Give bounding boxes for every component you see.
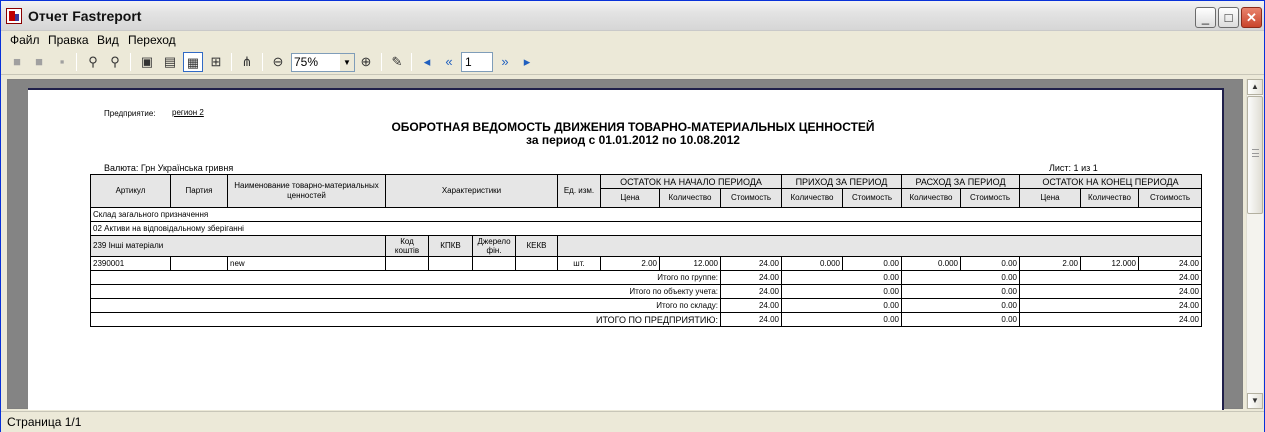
currency-label: Валюта: Грн Українська гривня bbox=[104, 163, 234, 173]
total-close: 24.00 bbox=[1019, 298, 1202, 313]
col-expense: РАСХОД ЗА ПЕРИОД bbox=[901, 174, 1020, 189]
item-open-price: 2.00 bbox=[600, 256, 660, 271]
col-characteristics: Характеристики bbox=[385, 174, 558, 208]
total-open: 24.00 bbox=[720, 298, 782, 313]
total-in: 0.00 bbox=[781, 298, 902, 313]
warehouse-row: Склад загального призначення bbox=[90, 207, 1202, 222]
col-party: Партия bbox=[170, 174, 228, 208]
total-in: 0.00 bbox=[781, 312, 902, 327]
total-open: 24.00 bbox=[720, 270, 782, 285]
item-out-qty: 0.000 bbox=[901, 256, 961, 271]
enterprise-label: Предприятие: bbox=[104, 109, 156, 118]
item-unit: шт. bbox=[557, 256, 601, 271]
col-open-price: Цена bbox=[600, 188, 660, 208]
col-open-cost: Стоимость bbox=[720, 188, 782, 208]
item-close-price: 2.00 bbox=[1019, 256, 1081, 271]
total-row-warehouse: Итого по складу: 24.00 0.00 0.00 24.00 bbox=[90, 298, 1202, 313]
total-close: 24.00 bbox=[1019, 312, 1202, 327]
report-window: Отчет Fastreport _ □ ✕ Файл Правка Вид П… bbox=[0, 0, 1265, 432]
item-row: 2390001 new шт. 2.00 12.000 24.00 0.000 … bbox=[90, 256, 1202, 271]
total-label: Итого по группе: bbox=[90, 270, 721, 285]
total-label: ИТОГО ПО ПРЕДПРИЯТИЮ: bbox=[90, 312, 721, 327]
warehouse-label: Склад загального призначення bbox=[90, 207, 1202, 222]
group-row: 239 Інші матеріали Код коштів КПКВ Джере… bbox=[90, 235, 1202, 257]
item-in-cost: 0.00 bbox=[842, 256, 902, 271]
item-out-cost: 0.00 bbox=[960, 256, 1020, 271]
vertical-scrollbar[interactable]: ▲ ▼ bbox=[1246, 79, 1263, 409]
total-row-object: Итого по объекту учета: 24.00 0.00 0.00 … bbox=[90, 284, 1202, 299]
total-out: 0.00 bbox=[901, 284, 1020, 299]
col-out-cost: Стоимость bbox=[960, 188, 1020, 208]
group-kod: Код коштів bbox=[385, 235, 429, 257]
group-filler bbox=[557, 235, 1202, 257]
report-period: за период с 01.01.2012 по 10.08.2012 bbox=[526, 133, 740, 147]
total-label: Итого по объекту учета: bbox=[90, 284, 721, 299]
total-in: 0.00 bbox=[781, 270, 902, 285]
item-name: new bbox=[227, 256, 386, 271]
col-open-qty: Количество bbox=[659, 188, 721, 208]
object-label: 02 Активи на відповідальному зберіганні bbox=[90, 221, 1202, 236]
total-open: 24.00 bbox=[720, 284, 782, 299]
scroll-thumb[interactable] bbox=[1247, 96, 1263, 214]
total-row-enterprise: ИТОГО ПО ПРЕДПРИЯТИЮ: 24.00 0.00 0.00 24… bbox=[90, 312, 1202, 327]
total-row-group: Итого по группе: 24.00 0.00 0.00 24.00 bbox=[90, 270, 1202, 285]
total-in: 0.00 bbox=[781, 284, 902, 299]
total-out: 0.00 bbox=[901, 298, 1020, 313]
total-close: 24.00 bbox=[1019, 284, 1202, 299]
total-close: 24.00 bbox=[1019, 270, 1202, 285]
col-unit: Ед. изм. bbox=[557, 174, 601, 208]
col-out-qty: Количество bbox=[901, 188, 961, 208]
object-row: 02 Активи на відповідальному зберіганні bbox=[90, 221, 1202, 236]
group-dzherelo: Джерело фін. bbox=[472, 235, 516, 257]
status-bar: Страница 1/1 bbox=[1, 411, 1264, 432]
item-in-qty: 0.000 bbox=[781, 256, 843, 271]
group-kekv: КЕКВ bbox=[515, 235, 558, 257]
header-row-1: Артикул Партия Наименование товарно-мате… bbox=[90, 174, 1202, 208]
total-out: 0.00 bbox=[901, 270, 1020, 285]
col-income: ПРИХОД ЗА ПЕРИОД bbox=[781, 174, 902, 189]
col-close-price: Цена bbox=[1019, 188, 1081, 208]
col-opening: ОСТАТОК НА НАЧАЛО ПЕРИОДА bbox=[600, 174, 782, 189]
total-label: Итого по складу: bbox=[90, 298, 721, 313]
col-close-qty: Количество bbox=[1080, 188, 1139, 208]
col-in-qty: Количество bbox=[781, 188, 843, 208]
total-open: 24.00 bbox=[720, 312, 782, 327]
col-close-cost: Стоимость bbox=[1138, 188, 1202, 208]
group-label: 239 Інші матеріали bbox=[90, 235, 386, 257]
item-close-cost: 24.00 bbox=[1138, 256, 1202, 271]
scroll-down-icon[interactable]: ▼ bbox=[1247, 393, 1263, 409]
enterprise-value: регион 2 bbox=[172, 108, 204, 117]
total-out: 0.00 bbox=[901, 312, 1020, 327]
item-party bbox=[170, 256, 228, 271]
report-table: Артикул Партия Наименование товарно-мате… bbox=[90, 174, 1202, 327]
report-content: Предприятие: регион 2 ОБОРОТНАЯ ВЕДОМОСТ… bbox=[1, 1, 1265, 331]
report-title: ОБОРОТНАЯ ВЕДОМОСТЬ ДВИЖЕНИЯ ТОВАРНО-МАТ… bbox=[391, 120, 875, 134]
item-article: 2390001 bbox=[90, 256, 171, 271]
col-name: Наименование товарно-материальных ценнос… bbox=[227, 174, 386, 208]
group-kpkv: КПКВ bbox=[428, 235, 473, 257]
col-article: Артикул bbox=[90, 174, 171, 208]
col-in-cost: Стоимость bbox=[842, 188, 902, 208]
scroll-up-icon[interactable]: ▲ bbox=[1247, 79, 1263, 95]
item-open-qty: 12.000 bbox=[659, 256, 721, 271]
item-open-cost: 24.00 bbox=[720, 256, 782, 271]
col-closing: ОСТАТОК НА КОНЕЦ ПЕРИОДА bbox=[1019, 174, 1202, 189]
status-text: Страница 1/1 bbox=[7, 415, 82, 429]
sheet-label: Лист: 1 из 1 bbox=[1049, 163, 1098, 173]
item-close-qty: 12.000 bbox=[1080, 256, 1139, 271]
